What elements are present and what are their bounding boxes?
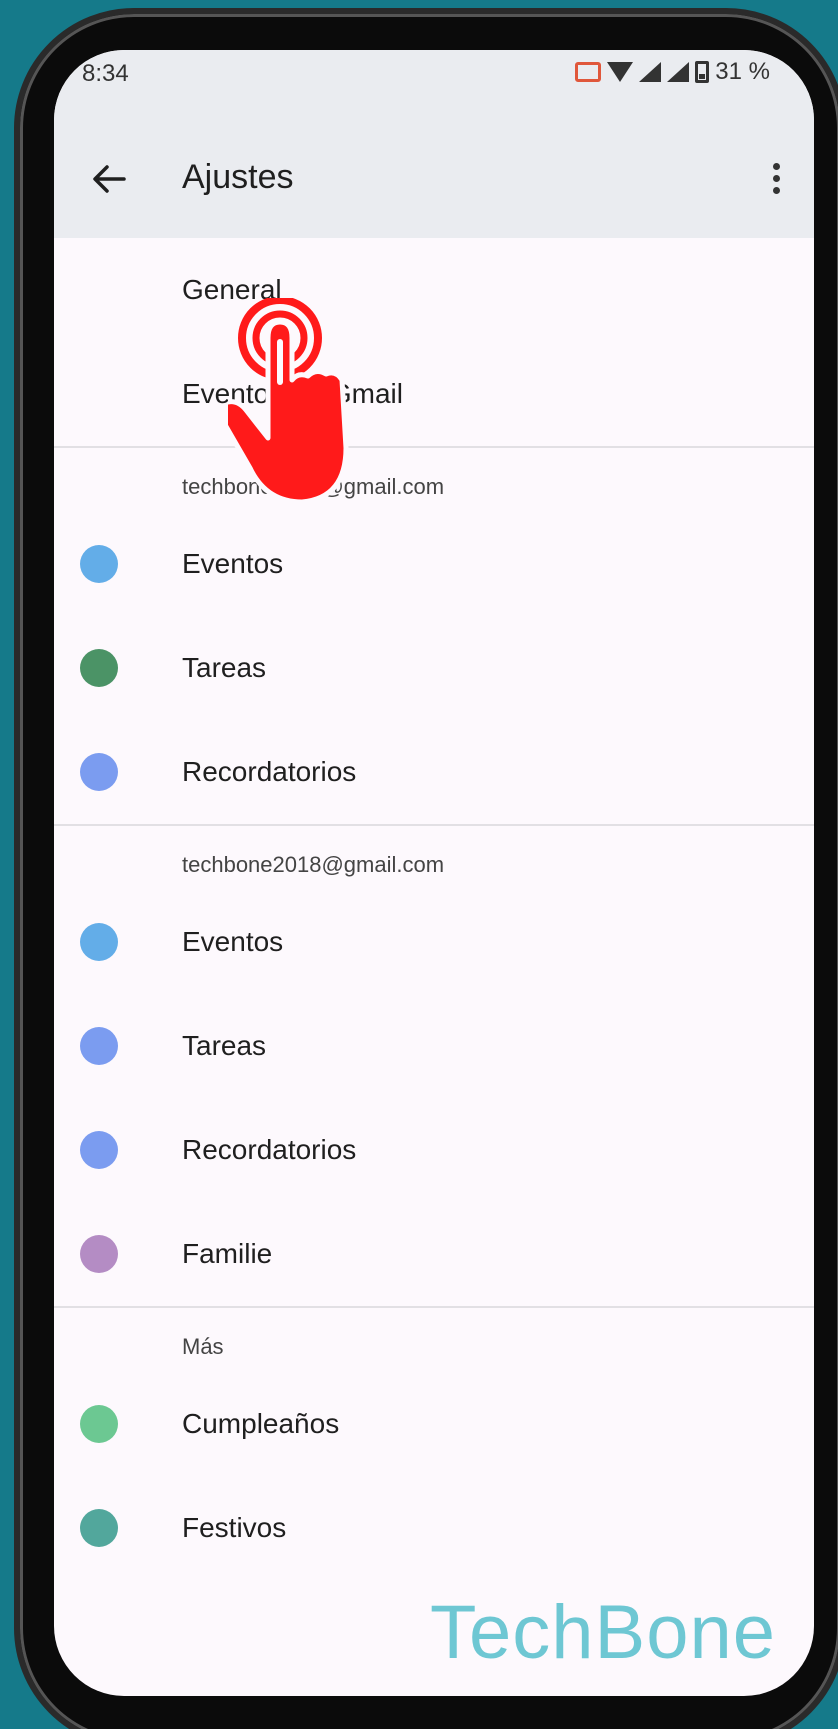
calendar-item[interactable]: Eventos <box>54 512 814 616</box>
more-section-header: Más <box>54 1308 814 1372</box>
calendar-item[interactable]: Tareas <box>54 994 814 1098</box>
section-title: Más <box>182 1334 224 1359</box>
back-button[interactable] <box>84 154 134 204</box>
calendar-label: Tareas <box>182 1030 267 1061</box>
calendar-item[interactable]: Familie <box>54 1202 814 1306</box>
status-icons: 31 % <box>575 58 770 86</box>
calendar-label: Eventos <box>182 548 284 579</box>
battery-icon <box>695 61 710 83</box>
calendar-label: Festivos <box>182 1512 287 1543</box>
calendar-label: Familie <box>182 1238 273 1269</box>
calendar-label: Recordatorios <box>182 756 357 787</box>
calendar-color-dot <box>80 1405 118 1443</box>
status-time: 8:34 <box>82 60 129 87</box>
calendar-color-dot <box>80 1509 118 1547</box>
signal-icon <box>639 62 662 82</box>
calendar-color-dot <box>80 1131 118 1169</box>
calendar-item[interactable]: Eventos <box>54 890 814 994</box>
calendar-item[interactable]: Recordatorios <box>54 1098 814 1202</box>
signal-roaming-icon <box>667 62 690 82</box>
more-vert-icon <box>772 162 780 170</box>
calendar-item[interactable]: Cumpleaños <box>54 1372 814 1476</box>
battery-percent: 31 % <box>715 58 770 85</box>
calendar-color-dot <box>80 545 118 583</box>
calendar-item[interactable]: Festivos <box>54 1476 814 1580</box>
account-header: techbone2020@gmail.com <box>54 448 814 512</box>
settings-item-gmail-events[interactable]: Eventos de Gmail <box>54 342 814 446</box>
settings-list: General Eventos de Gmail techbone2020@gm… <box>54 238 814 1580</box>
calendar-item[interactable]: Recordatorios <box>54 720 814 824</box>
cast-icon <box>575 62 602 82</box>
watermark-logo: TechBone <box>429 1590 776 1675</box>
calendar-label: Eventos <box>182 926 284 957</box>
calendar-item[interactable]: Tareas <box>54 616 814 720</box>
calendar-label: Recordatorios <box>182 1134 357 1165</box>
calendar-color-dot <box>80 1027 118 1065</box>
settings-item-general[interactable]: General <box>54 238 814 342</box>
calendar-color-dot <box>80 753 118 791</box>
more-options-button[interactable] <box>756 150 796 206</box>
account-email: techbone2018@gmail.com <box>182 852 445 877</box>
app-screen: 8:34 31 % Ajustes General Eventos de Gma… <box>54 50 814 1696</box>
tap-hand-icon <box>228 298 349 505</box>
app-bar: 8:34 31 % Ajustes <box>54 50 814 238</box>
calendar-label: Cumpleaños <box>182 1408 340 1439</box>
account-header: techbone2018@gmail.com <box>54 826 814 890</box>
page-title: Ajustes <box>182 158 294 196</box>
calendar-color-dot <box>80 1235 118 1273</box>
calendar-color-dot <box>80 649 118 687</box>
calendar-label: Tareas <box>182 652 267 683</box>
wifi-icon <box>607 62 634 82</box>
arrow-back-icon <box>93 165 126 193</box>
calendar-color-dot <box>80 923 118 961</box>
